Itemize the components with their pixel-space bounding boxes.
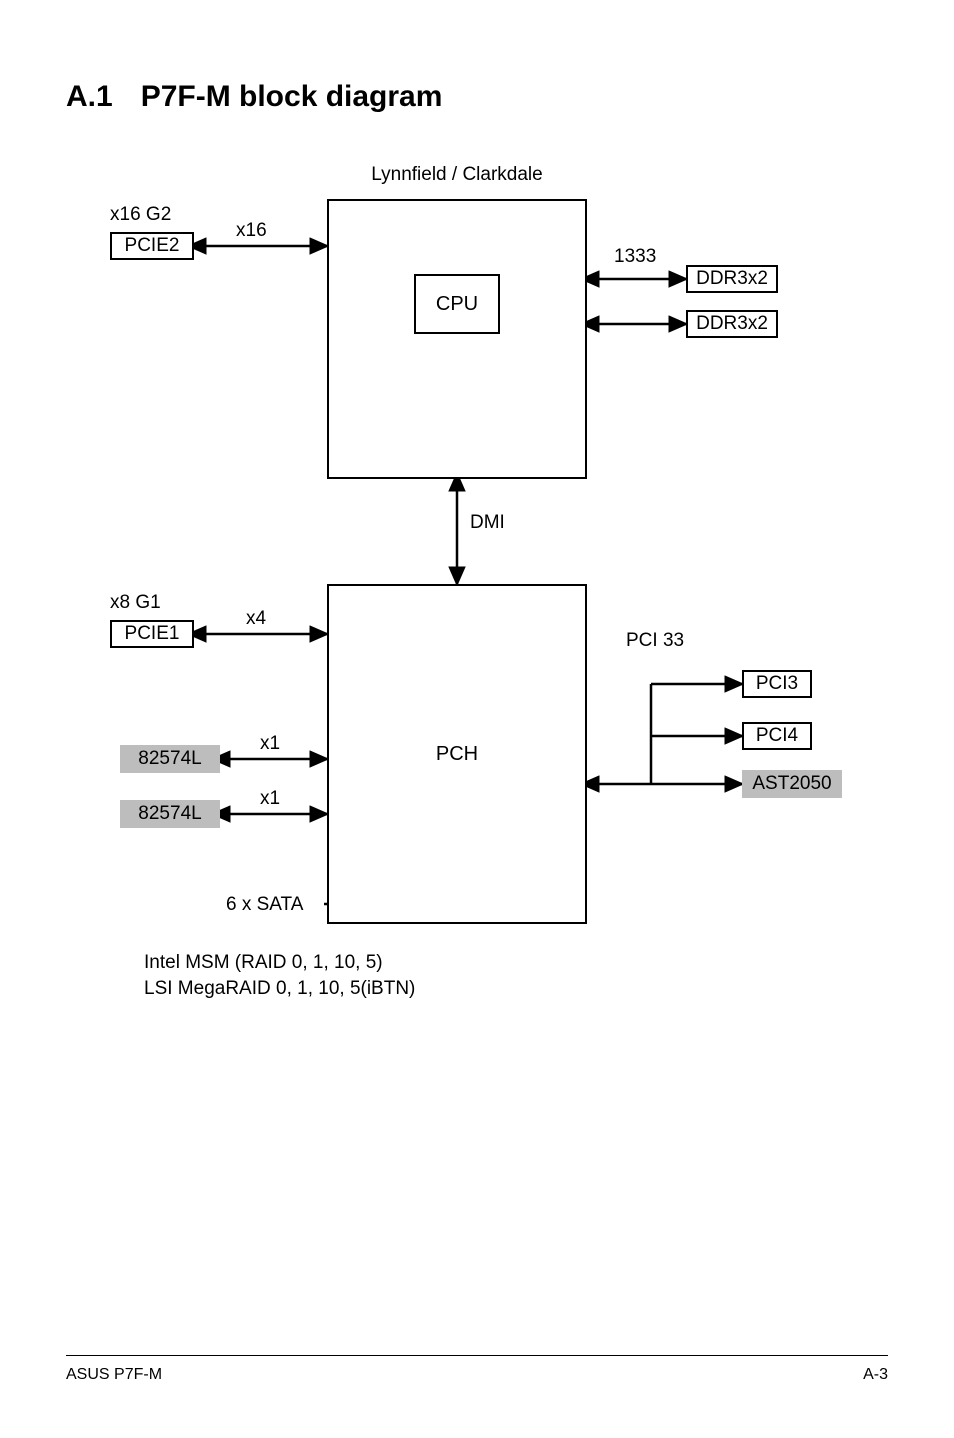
pcie2-box: PCIE2 [110, 232, 194, 260]
cpu-family-label: Lynnfield / Clarkdale [327, 164, 587, 186]
footer-right: A-3 [863, 1366, 888, 1384]
cpu-inner-block: CPU [414, 274, 500, 334]
ddr3-box-b: DDR3x2 [686, 310, 778, 338]
raid-text-1: Intel MSM (RAID 0, 1, 10, 5) [144, 952, 383, 974]
block-diagram: Lynnfield / Clarkdale CPU x16 G2 PCIE2 x… [66, 154, 888, 1014]
pcie1-link-label: x4 [246, 608, 266, 630]
lan2-link-label: x1 [260, 788, 280, 810]
pcie1-type-label: x8 G1 [110, 592, 161, 614]
lan1-chip: 82574L [120, 745, 220, 773]
title-text: P7F-M block diagram [141, 80, 443, 113]
cpu-outer-block [327, 199, 587, 479]
lan2-chip: 82574L [120, 800, 220, 828]
footer-left: ASUS P7F-M [66, 1366, 162, 1384]
pci4-box: PCI4 [742, 722, 812, 750]
pci33-label: PCI 33 [626, 630, 684, 652]
ast2050-chip: AST2050 [742, 770, 842, 798]
page-footer: ASUS P7F-M A-3 [66, 1355, 888, 1384]
ddr-speed-label: 1333 [614, 246, 656, 268]
raid-text-2: LSI MegaRAID 0, 1, 10, 5(iBTN) [144, 978, 415, 1000]
sata-label: 6 x SATA [226, 894, 303, 916]
page-title: A.1 P7F-M block diagram [66, 80, 888, 114]
pcie2-link-label: x16 [236, 220, 267, 242]
section-number: A.1 [66, 80, 113, 113]
ddr3-box-a: DDR3x2 [686, 265, 778, 293]
pch-block: PCH [327, 584, 587, 924]
dmi-link-label: DMI [470, 512, 505, 534]
pci3-box: PCI3 [742, 670, 812, 698]
pcie1-box: PCIE1 [110, 620, 194, 648]
pcie2-type-label: x16 G2 [110, 204, 171, 226]
lan1-link-label: x1 [260, 733, 280, 755]
